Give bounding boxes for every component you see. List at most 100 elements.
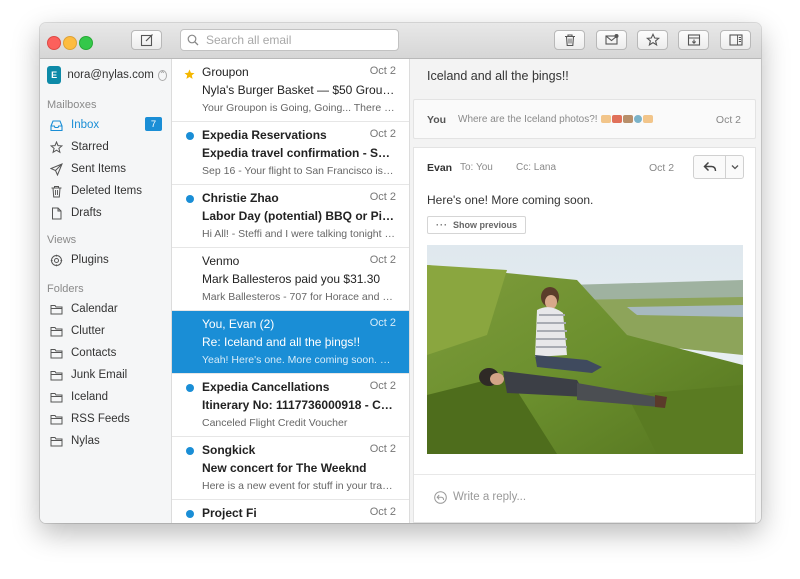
thread-date: Oct 2	[369, 443, 396, 455]
thread-subject: New concert for The Weeknd	[202, 461, 367, 475]
sidebar: E nora@nylas.com ⌃ Mailboxes Inbox 7 Sta…	[40, 59, 172, 523]
message-preview-text: Where are the Iceland photos?!	[458, 114, 598, 125]
thread-subject: Labor Day (potential) BBQ or Picnic	[202, 209, 396, 223]
unread-dot-icon[interactable]	[184, 382, 195, 393]
folder-icon	[50, 326, 63, 336]
thread-date: Oct 2	[369, 506, 396, 518]
folder-label: RSS Feeds	[71, 413, 130, 425]
emoji-icon	[601, 115, 612, 123]
sidebar-item-starred[interactable]: Starred	[50, 138, 162, 156]
search-input[interactable]	[204, 32, 388, 48]
folder-item-nylas[interactable]: Nylas	[50, 432, 162, 450]
archive-button[interactable]	[678, 30, 709, 50]
show-previous-button[interactable]: ··· Show previous	[427, 216, 527, 234]
folder-item-iceland[interactable]: Iceland	[50, 388, 162, 406]
trash-icon	[564, 34, 575, 47]
emoji-icon	[623, 115, 634, 123]
minimize-window-button[interactable]	[63, 36, 77, 50]
folder-item-rss[interactable]: RSS Feeds	[50, 410, 162, 428]
account-switcher[interactable]: E nora@nylas.com ⌃	[47, 65, 167, 85]
thread-row[interactable]: Songkick Oct 2 New concert for The Weekn…	[172, 437, 409, 500]
thread-subject: Re: Iceland and all the þings!!	[202, 335, 361, 349]
folder-label: Clutter	[71, 325, 105, 337]
reply-placeholder[interactable]: Write a reply...	[453, 491, 526, 503]
unread-dot-icon[interactable]	[184, 445, 195, 456]
thread-subject: Mark Ballesteros paid you $31.30	[202, 272, 381, 286]
toggle-panel-button[interactable]	[720, 30, 751, 50]
search-bar[interactable]	[180, 29, 399, 51]
zoom-window-button[interactable]	[79, 36, 93, 50]
chevron-up-icon[interactable]: ⌃	[157, 69, 167, 81]
message-body: Here's one! More coming soon.	[427, 193, 594, 207]
thread-row[interactable]: Expedia Reservations Oct 2 Expedia trave…	[172, 122, 409, 185]
folder-icon	[50, 348, 63, 358]
thread-subject: Expedia travel confirmation - Sep 16 ...	[202, 146, 396, 160]
folder-label: Contacts	[71, 347, 117, 359]
sidebar-item-sent[interactable]: Sent Items	[50, 160, 162, 178]
sidebar-item-plugins[interactable]: Plugins	[50, 251, 162, 269]
sidebar-item-label: Sent Items	[71, 163, 126, 175]
plugin-icon	[50, 254, 63, 266]
thread-row[interactable]: Christie Zhao Oct 2 Labor Day (potential…	[172, 185, 409, 248]
thread-row[interactable]: Project Fi Oct 2	[172, 500, 409, 523]
thread-date: Oct 2	[369, 380, 396, 392]
message-date: Oct 2	[649, 162, 675, 174]
thread-snippet: Mark Ballesteros - 707 for Horace and me	[202, 291, 396, 303]
sidebar-item-label: Plugins	[71, 254, 109, 266]
thread-sender: Songkick	[202, 443, 256, 457]
folder-item-calendar[interactable]: Calendar	[50, 300, 162, 318]
thread-sender: Groupon	[202, 65, 249, 79]
unread-dot-icon[interactable]	[184, 130, 195, 141]
attached-photo[interactable]	[427, 245, 743, 454]
unread-count-badge: 7	[145, 117, 162, 131]
thread-date: Oct 2	[369, 317, 396, 329]
mark-read-button[interactable]	[596, 30, 627, 50]
inbox-icon	[50, 119, 63, 131]
thread-date: Oct 2	[369, 128, 396, 140]
reply-area[interactable]: Write a reply...	[414, 474, 755, 523]
close-window-button[interactable]	[47, 36, 61, 50]
sidebar-item-drafts[interactable]: Drafts	[50, 204, 162, 222]
thread-row[interactable]: Expedia Cancellations Oct 2 Itinerary No…	[172, 374, 409, 437]
star-button[interactable]	[637, 30, 668, 50]
thread-sender: Christie Zhao	[202, 191, 279, 205]
compose-button[interactable]	[131, 30, 162, 50]
thread-row[interactable]: Venmo Oct 2 Mark Ballesteros paid you $3…	[172, 248, 409, 311]
toggle-panel-icon	[728, 34, 743, 46]
unread-dot-icon[interactable]	[184, 193, 195, 204]
message-recipients: To: You	[460, 162, 493, 173]
thread-row-selected[interactable]: You, Evan (2) Oct 2 Re: Iceland and all …	[172, 311, 409, 374]
trash-icon	[51, 185, 62, 197]
folder-item-contacts[interactable]: Contacts	[50, 344, 162, 362]
folder-item-junk[interactable]: Junk Email	[50, 366, 162, 384]
sidebar-item-deleted[interactable]: Deleted Items	[50, 182, 162, 200]
compose-icon	[140, 34, 153, 47]
folder-item-clutter[interactable]: Clutter	[50, 322, 162, 340]
emoji-icon	[634, 115, 643, 123]
thread-date: Oct 2	[369, 65, 396, 77]
thread-snippet: Sep 16 - Your flight to San Francisco is…	[202, 165, 396, 177]
star-icon[interactable]	[184, 67, 195, 79]
thread-sender: Expedia Reservations	[202, 128, 327, 142]
reply-button[interactable]	[694, 156, 727, 178]
sidebar-item-label: Deleted Items	[71, 185, 142, 197]
trash-button[interactable]	[554, 30, 585, 50]
emoji-icon	[643, 115, 654, 123]
expanded-message: Evan To: You Cc: Lana Oct 2 Here's one! …	[413, 147, 756, 523]
thread-sender: You, Evan (2)	[202, 317, 275, 331]
thread-date: Oct 2	[369, 191, 396, 203]
message-cc: Cc: Lana	[516, 162, 557, 173]
sidebar-item-label: Inbox	[71, 119, 100, 131]
collapsed-message[interactable]: You Where are the Iceland photos?! Oct 2	[413, 99, 756, 139]
folder-icon	[50, 304, 63, 314]
reply-button-group	[693, 155, 744, 179]
thread-row[interactable]: Groupon Oct 2 Nyla's Burger Basket — $50…	[172, 59, 409, 122]
folders-header: Folders	[47, 283, 84, 295]
sidebar-item-inbox[interactable]: Inbox 7	[50, 116, 162, 134]
message-sender: Evan	[427, 162, 453, 174]
draft-icon	[52, 207, 62, 219]
unread-dot-icon[interactable]	[184, 508, 195, 519]
star-icon	[50, 140, 63, 153]
reply-dropdown-button[interactable]	[726, 156, 743, 178]
thread-list: Groupon Oct 2 Nyla's Burger Basket — $50…	[172, 59, 410, 523]
